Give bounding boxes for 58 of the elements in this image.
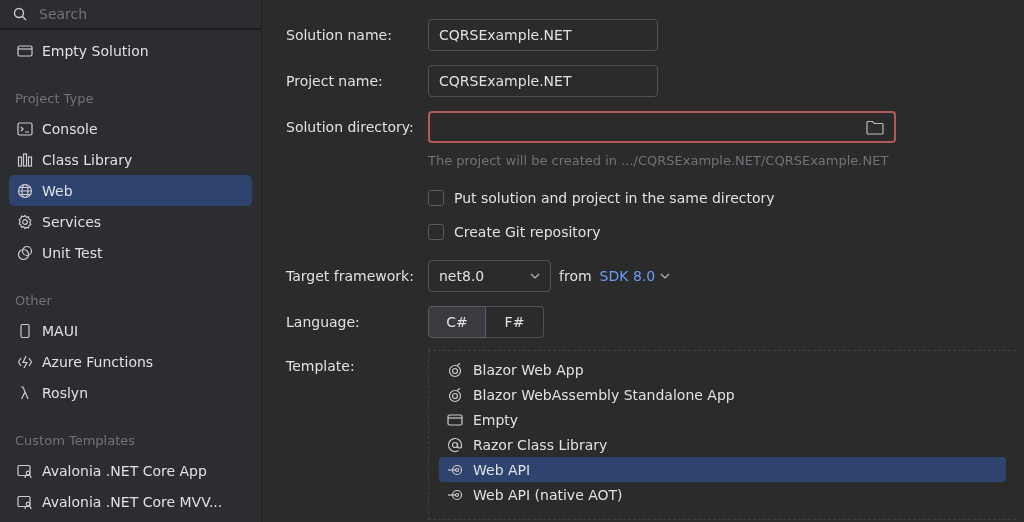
section-heading: Project Type	[15, 91, 95, 106]
section-heading: Other	[15, 293, 53, 308]
chevron-down-icon	[530, 273, 540, 279]
project-type-item[interactable]: MAUI	[9, 315, 252, 346]
swirl-icon	[447, 386, 463, 403]
template-item[interactable]: Razor Class Library	[439, 432, 1006, 457]
settings-icon	[17, 213, 33, 230]
checkbox[interactable]	[428, 190, 444, 206]
field-label: Target framework:	[286, 268, 415, 284]
project-type-item[interactable]: Unit Test	[9, 237, 252, 268]
project-type-item[interactable]: Web	[9, 175, 252, 206]
language-toggle[interactable]: F#	[486, 306, 544, 338]
at-sign-icon	[447, 436, 463, 453]
search-icon	[13, 7, 27, 21]
project-type-item[interactable]: Empty Solution	[9, 35, 252, 66]
field-label: Language:	[286, 314, 361, 330]
checkbox-label: Put solution and project in the same directory	[454, 190, 775, 206]
window-icon	[447, 411, 463, 428]
project-type-item[interactable]: Avalonia .NET Core MVV...	[9, 486, 252, 517]
checkbox-label: Create Git repository	[454, 224, 601, 240]
project-type-item[interactable]: Avalonia .NET Core App	[9, 455, 252, 486]
globe-icon	[17, 182, 33, 199]
phone-icon	[17, 322, 33, 339]
project-type-item[interactable]: Services	[9, 206, 252, 237]
project-type-item[interactable]: Class Library	[9, 144, 252, 175]
search-field[interactable]: Search	[37, 5, 221, 23]
folder-icon[interactable]	[866, 119, 884, 135]
lightning-icon	[17, 353, 33, 370]
field-label: Solution directory:	[286, 119, 415, 135]
field-label: Solution name:	[286, 27, 393, 43]
field-label: Project name:	[286, 73, 384, 89]
field-label: Template:	[286, 357, 356, 374]
template-item[interactable]: Web API (native AOT)	[439, 482, 1006, 507]
project-name-field[interactable]: CQRSExample.NET	[428, 65, 658, 97]
project-type-item[interactable]: Roslyn	[9, 377, 252, 408]
checkbox[interactable]	[428, 224, 444, 240]
template-item[interactable]: Web API	[439, 457, 1006, 482]
from-text: from	[559, 268, 592, 284]
sdk-link[interactable]: SDK 8.0	[599, 268, 671, 284]
section-heading: Custom Templates	[15, 433, 137, 448]
template-item[interactable]: Blazor Web App	[439, 357, 1006, 382]
template-item[interactable]: Blazor WebAssembly Standalone App	[439, 382, 1006, 407]
window-user-icon	[17, 493, 33, 510]
solution-name-field[interactable]: CQRSExample.NET	[428, 19, 658, 51]
chevron-down-icon	[660, 273, 671, 279]
framework-dropdown[interactable]: net8.0	[428, 260, 551, 292]
language-toggle[interactable]: C#	[428, 306, 486, 338]
test-icon	[17, 244, 33, 261]
swirl-icon	[447, 361, 463, 378]
books-icon	[17, 151, 33, 168]
solution-directory-field[interactable]	[428, 111, 896, 143]
window-user-icon	[17, 462, 33, 479]
project-type-item[interactable]: Azure Functions	[9, 346, 252, 377]
terminal-icon	[17, 120, 33, 137]
template-item[interactable]: Empty	[439, 407, 1006, 432]
hint-text: The project will be created in .../CQRSExample.NET/CQRSExample.NET	[428, 153, 889, 168]
project-type-item[interactable]: Console	[9, 113, 252, 144]
window-icon	[17, 42, 33, 59]
